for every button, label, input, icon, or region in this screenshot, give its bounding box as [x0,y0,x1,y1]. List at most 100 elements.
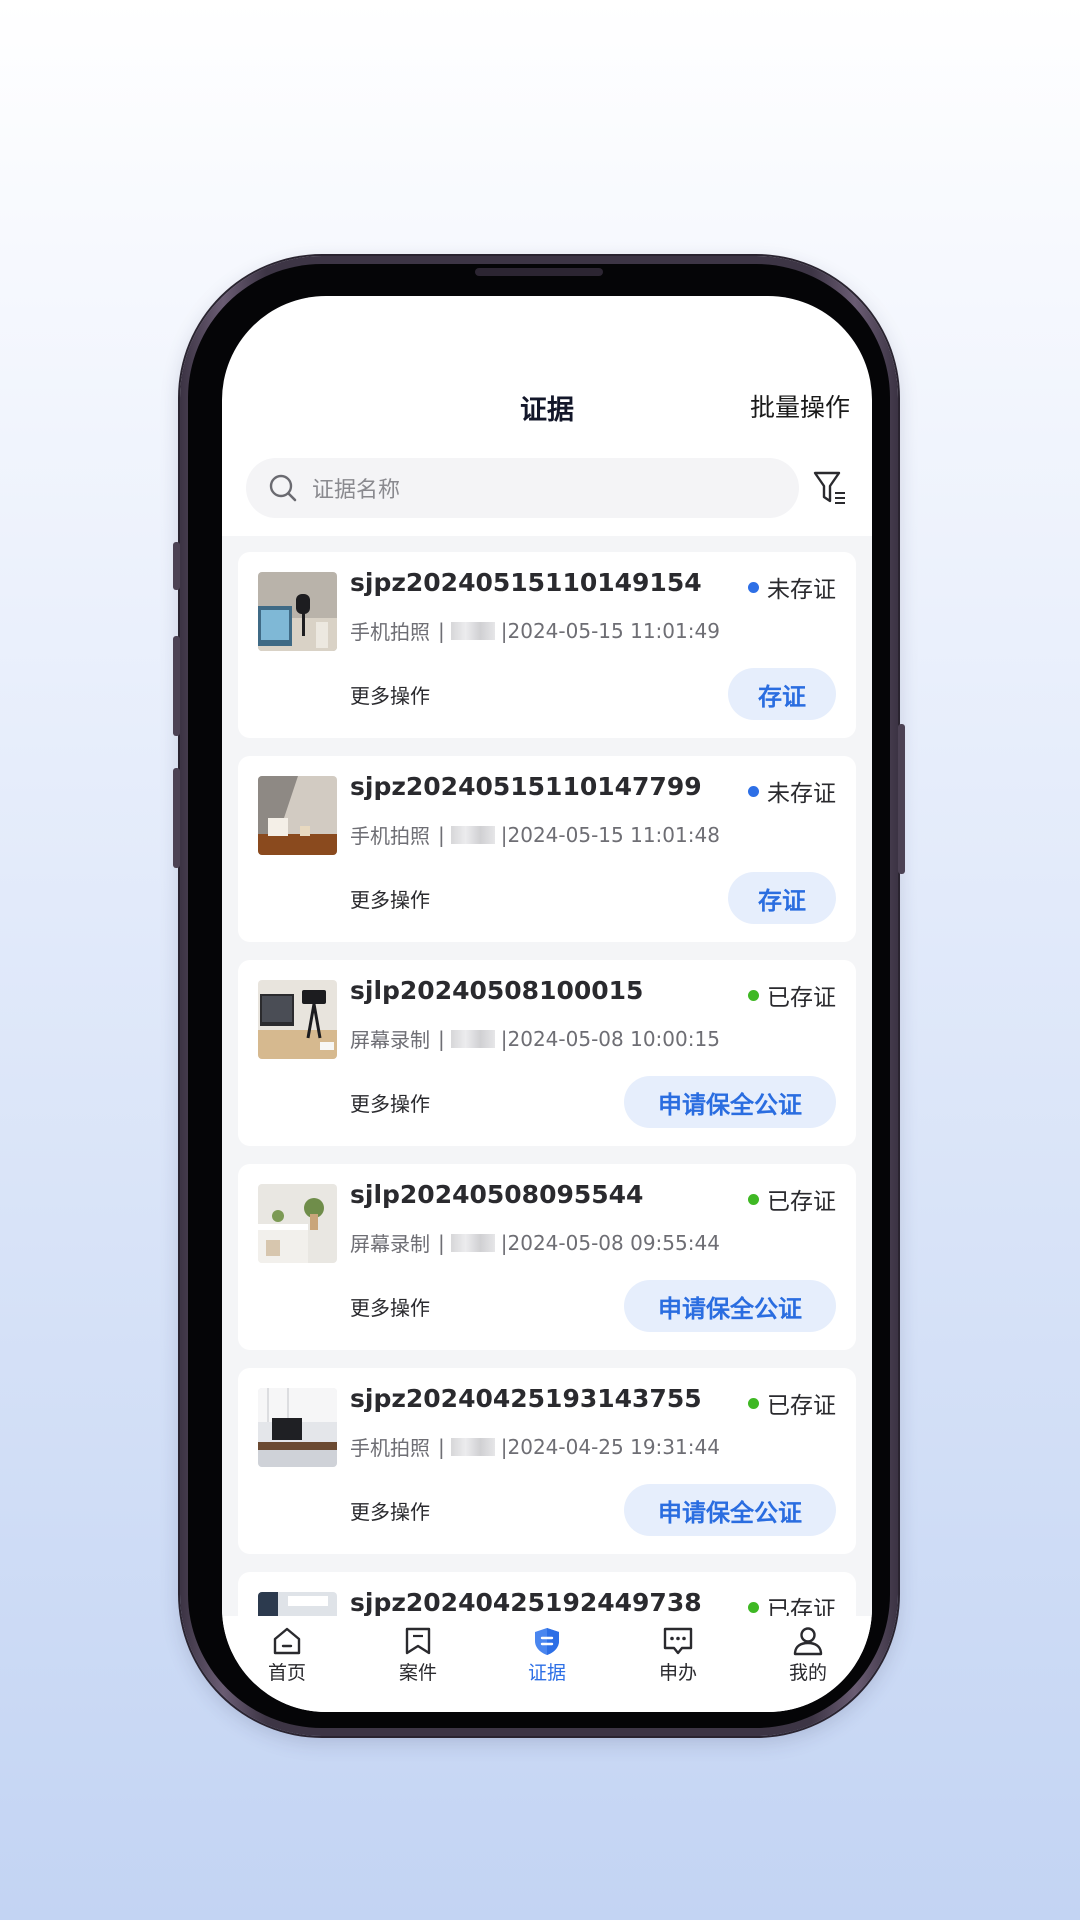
evidence-meta: 手机拍照 | | 2024-04-25 19:31:44 [350,1432,720,1461]
evidence-time: 2024-05-15 11:01:48 [507,822,720,847]
evidence-card[interactable]: sjlp20240508095544 已存证 屏幕录制 | | 2024-05-… [238,1164,856,1350]
evidence-name: sjpz20240425192449738 [350,1588,702,1616]
meta-separator: | [500,618,508,643]
evidence-source: 手机拍照 [350,824,430,848]
evidence-thumbnail[interactable] [258,776,337,855]
meta-separator: | [438,618,445,643]
meta-separator: | [438,1026,445,1051]
app-screen: 证据 批量操作 证据名称 sjpz20240515110149154 未存证 手… [222,296,872,1712]
status-dot-icon [748,581,759,593]
meta-separator: | [438,1434,445,1459]
tab-label: 我的 [788,1662,827,1684]
evidence-card[interactable]: sjpz20240425193143755 已存证 手机拍照 | | 2024-… [238,1368,856,1554]
phone-bezel: 证据 批量操作 证据名称 sjpz20240515110149154 未存证 手… [188,264,890,1728]
search-bar[interactable]: 证据名称 [246,458,799,518]
store-evidence-button[interactable]: 存证 [728,872,836,924]
tab-mine[interactable]: 我的 [768,1626,848,1685]
status-label: 未存证 [767,781,836,807]
volume-down-button [173,768,180,868]
status-dot-icon [748,1397,759,1409]
evidence-name: sjpz20240515110149154 [350,568,702,597]
meta-separator: | [438,1230,445,1255]
home-icon [273,1627,301,1655]
evidence-meta: 屏幕录制 | | 2024-05-08 10:00:15 [350,1024,720,1053]
evidence-source: 屏幕录制 [350,1232,430,1256]
redacted-user [450,1437,495,1456]
redacted-user [450,621,495,640]
evidence-thumbnail[interactable] [258,1184,337,1263]
tab-home[interactable]: 首页 [247,1626,327,1685]
more-actions-link[interactable]: 更多操作 [350,884,430,913]
meta-separator: | [500,1434,508,1459]
apply-notarization-button[interactable]: 申请保全公证 [624,1280,836,1332]
evidence-thumbnail[interactable] [258,980,337,1059]
status-label: 已存证 [767,985,836,1011]
status-badge: 未存证 [748,570,836,604]
evidence-thumbnail[interactable] [258,1388,337,1467]
evidence-list[interactable]: sjpz20240515110149154 未存证 手机拍照 | | 2024-… [222,536,872,1616]
batch-operation-button[interactable]: 批量操作 [750,388,850,424]
evidence-name: sjpz20240515110147799 [350,772,702,801]
evidence-thumbnail[interactable] [258,1592,337,1616]
evidence-source: 手机拍照 [350,1436,430,1460]
status-dot-icon [748,1193,759,1205]
status-dot-icon [748,1601,759,1613]
more-actions-link[interactable]: 更多操作 [350,680,430,709]
redacted-user [450,1233,495,1252]
more-actions-link[interactable]: 更多操作 [350,1496,430,1525]
status-label: 已存证 [767,1189,836,1215]
evidence-shield-icon [535,1628,559,1655]
evidence-name: sjlp20240508100015 [350,976,644,1005]
status-label: 已存证 [767,1393,836,1419]
tab-evidence[interactable]: 证据 [507,1626,587,1685]
meta-separator: | [438,822,445,847]
evidence-meta: 手机拍照 | | 2024-05-15 11:01:49 [350,616,720,645]
more-actions-link[interactable]: 更多操作 [350,1088,430,1117]
redacted-user [450,825,495,844]
phone-frame: 证据 批量操作 证据名称 sjpz20240515110149154 未存证 手… [173,256,905,1736]
status-badge: 已存证 [748,978,836,1012]
filter-icon[interactable] [812,468,848,508]
speaker-grille [475,268,603,276]
store-evidence-button[interactable]: 存证 [728,668,836,720]
search-icon [269,474,297,502]
evidence-time: 2024-04-25 19:31:44 [507,1434,720,1459]
tab-label: 申办 [658,1662,697,1684]
status-badge: 未存证 [748,774,836,808]
evidence-time: 2024-05-08 09:55:44 [507,1230,720,1255]
volume-up-button [173,636,180,736]
user-icon [793,1627,823,1656]
meta-separator: | [500,1026,508,1051]
evidence-source: 屏幕录制 [350,1028,430,1052]
evidence-card[interactable]: sjpz20240515110149154 未存证 手机拍照 | | 2024-… [238,552,856,738]
status-dot-icon [748,989,759,1001]
apply-notarization-button[interactable]: 申请保全公证 [624,1484,836,1536]
tab-label: 案件 [398,1662,437,1684]
apply-notarization-button[interactable]: 申请保全公证 [624,1076,836,1128]
status-label: 已存证 [767,1597,836,1616]
meta-separator: | [500,1230,508,1255]
evidence-card[interactable]: sjpz20240425192449738 已存证 [238,1572,856,1616]
redacted-user [450,1029,495,1048]
status-badge: 已存证 [748,1590,836,1616]
chat-icon [663,1627,693,1655]
tab-case[interactable]: 案件 [378,1626,458,1685]
status-badge: 已存证 [748,1182,836,1216]
power-button [898,724,905,874]
evidence-source: 手机拍照 [350,620,430,644]
search-input[interactable]: 证据名称 [312,472,400,504]
tab-apply[interactable]: 申办 [638,1626,718,1685]
evidence-meta: 手机拍照 | | 2024-05-15 11:01:48 [350,820,720,849]
evidence-meta: 屏幕录制 | | 2024-05-08 09:55:44 [350,1228,720,1257]
meta-separator: | [500,822,508,847]
tab-label: 首页 [267,1662,306,1684]
mute-switch [173,542,180,590]
case-icon [405,1627,431,1655]
evidence-thumbnail[interactable] [258,572,337,651]
evidence-card[interactable]: sjlp20240508100015 已存证 屏幕录制 | | 2024-05-… [238,960,856,1146]
status-dot-icon [748,785,759,797]
status-badge: 已存证 [748,1386,836,1420]
more-actions-link[interactable]: 更多操作 [350,1292,430,1321]
evidence-card[interactable]: sjpz20240515110147799 未存证 手机拍照 | | 2024-… [238,756,856,942]
evidence-time: 2024-05-08 10:00:15 [507,1026,720,1051]
